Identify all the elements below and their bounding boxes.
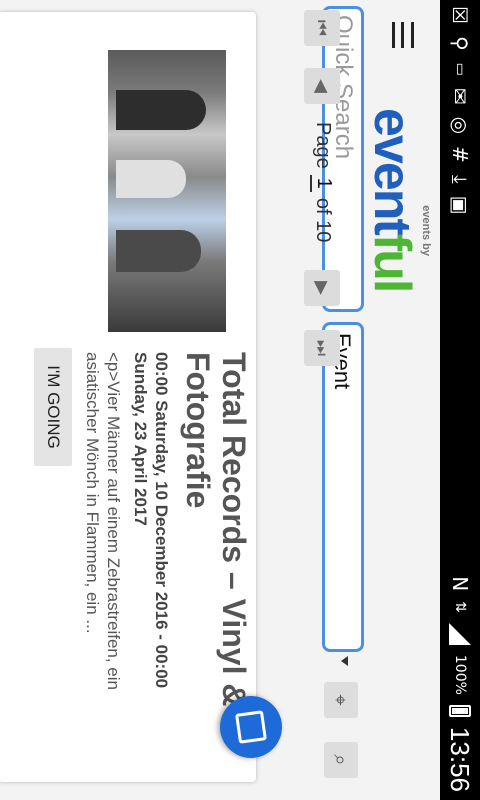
location-target-icon[interactable]: ⌖: [324, 682, 358, 718]
mail-icon: ✉: [448, 87, 472, 105]
wifi-icon: ◎: [448, 116, 472, 135]
nfc-icon: N: [448, 576, 472, 592]
event-dates: 00:00 Saturday, 10 December 2016 - 00:00…: [131, 352, 171, 689]
notification-icons: ☒ ⚲ ▭ ✉ ◎ # ⤓ ▣: [440, 6, 480, 215]
logo-word-ful: ful: [363, 233, 421, 292]
logo-word-event: event: [363, 108, 421, 234]
ticket-icon: [235, 710, 267, 744]
battery-percent: 100%: [452, 654, 468, 695]
app-screen: ☒ ⚲ ▭ ✉ ◎ # ⤓ ▣ N ⇅ 100% 13:56 events by…: [0, 0, 480, 800]
event-photo[interactable]: [108, 50, 226, 332]
event-description: <p>Vier Männer auf einem Zebrastreifen, …: [83, 352, 123, 690]
clock: 13:56: [445, 726, 475, 792]
download-icon: ⤓: [448, 174, 472, 184]
sd-card-icon: ▭: [452, 62, 468, 76]
hamburger-menu-icon[interactable]: [392, 22, 414, 48]
close-notification-icon: ☒: [448, 6, 472, 24]
app-header: events by eventful Event ⌖ ⌕: [322, 0, 440, 800]
signal-icon: [449, 622, 471, 645]
page-indicator: Page 1 of 10: [310, 122, 335, 242]
hash-icon: #: [448, 146, 472, 163]
next-page-button[interactable]: ▶: [304, 270, 340, 306]
previous-page-button[interactable]: ◀: [304, 68, 340, 104]
im-going-button[interactable]: I'M GOING: [34, 348, 72, 466]
search-icon[interactable]: ⌕: [324, 742, 358, 778]
usb-icon: ⚲: [448, 35, 472, 51]
eventful-logo[interactable]: events by eventful: [360, 108, 432, 308]
page-number-input[interactable]: 1: [310, 174, 335, 192]
page-label: Page: [312, 122, 334, 169]
event-title[interactable]: Total Records – Vinyl & Fotografie: [180, 352, 252, 752]
system-icons: N ⇅ 100% 13:56: [440, 576, 480, 792]
floating-action-button[interactable]: [220, 696, 282, 758]
category-select[interactable]: Event: [322, 322, 364, 652]
last-page-button[interactable]: ⏭: [304, 330, 340, 366]
status-bar: ☒ ⚲ ▭ ✉ ◎ # ⤓ ▣ N ⇅ 100% 13:56: [440, 0, 480, 800]
photo-icon: ▣: [448, 195, 472, 215]
first-page-button[interactable]: ⏮: [304, 10, 340, 46]
logo-wordmark: eventful: [362, 108, 422, 291]
event-card[interactable]: Total Records – Vinyl & Fotografie 00:00…: [0, 12, 256, 782]
page-total: of 10: [312, 197, 334, 243]
battery-icon: [449, 704, 471, 717]
data-arrows-icon: ⇅: [452, 601, 468, 613]
dropdown-caret-icon[interactable]: [341, 656, 348, 666]
